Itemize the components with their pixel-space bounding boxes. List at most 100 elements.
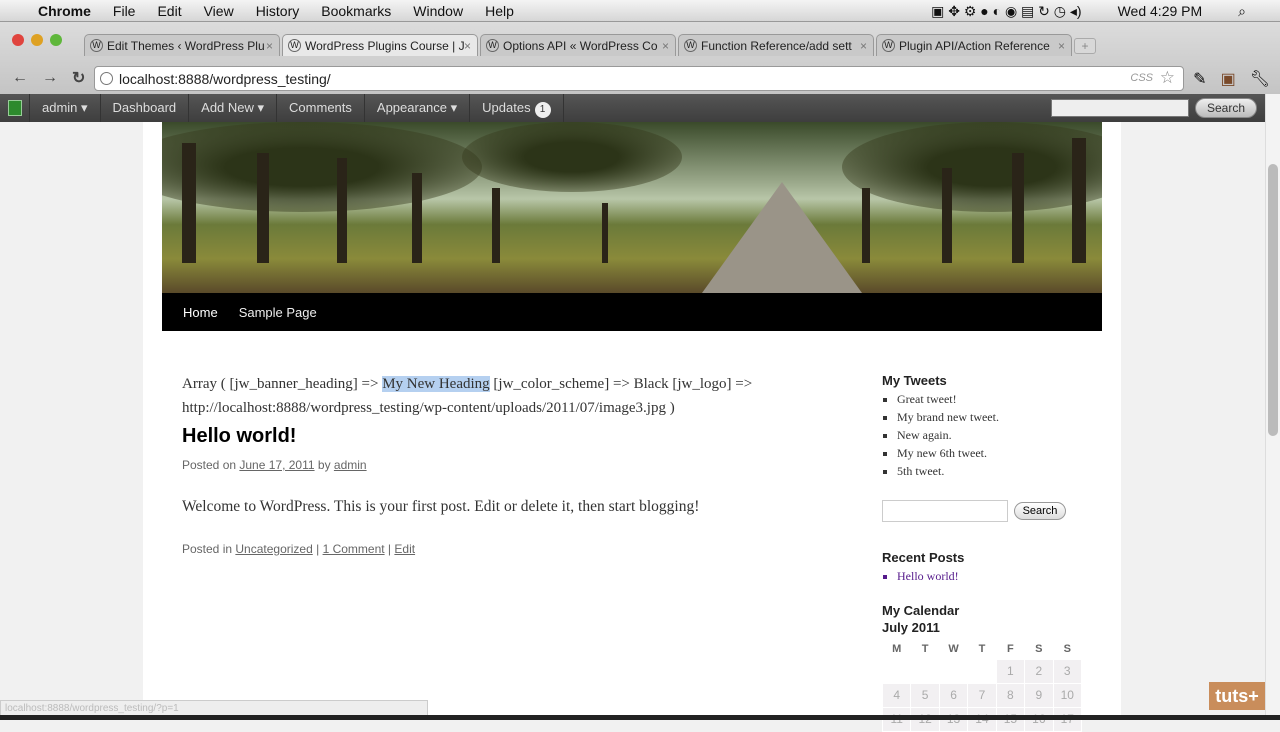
address-bar[interactable]: localhost:8888/wordpress_testing/ CSS ☆ xyxy=(94,66,1184,91)
close-tab-icon[interactable]: × xyxy=(662,39,669,53)
calendar-day-header: T xyxy=(921,642,929,655)
site-nav: Home Sample Page xyxy=(162,293,1102,331)
zoom-window-icon[interactable] xyxy=(50,34,62,46)
tab-options-api[interactable]: W Options API « WordPress Co × xyxy=(480,34,676,56)
recent-post-link[interactable]: Hello world! xyxy=(897,567,1082,585)
menu-edit[interactable]: Edit xyxy=(157,3,181,19)
close-tab-icon[interactable]: × xyxy=(1058,39,1065,53)
options-dump: Array ( [jw_banner_heading] => My New He… xyxy=(182,372,802,420)
globe-icon xyxy=(100,72,113,85)
calendar-day: 6 xyxy=(938,682,969,708)
dashboard-link[interactable]: Dashboard xyxy=(101,94,190,122)
tab-label: Options API « WordPress Co xyxy=(503,39,658,53)
tweet-item: New again. xyxy=(897,426,1082,444)
status-bar: localhost:8888/wordpress_testing/?p=1 xyxy=(0,700,428,716)
tab-plugin-api[interactable]: W Plugin API/Action Reference × xyxy=(876,34,1072,56)
dump-text: Array ( [jw_banner_heading] => xyxy=(182,376,383,392)
calendar-day: 3 xyxy=(1052,658,1083,684)
add-new-menu[interactable]: Add New ▾ xyxy=(189,94,278,122)
selected-text: My New Heading xyxy=(382,376,490,392)
page: Home Sample Page Array ( [jw_banner_head… xyxy=(143,122,1121,732)
close-window-icon[interactable] xyxy=(12,34,24,46)
menu-file[interactable]: File xyxy=(113,3,136,19)
calendar-day-header: S xyxy=(1063,642,1071,655)
updates-label: Updates xyxy=(482,100,531,115)
tab-label: Plugin API/Action Reference xyxy=(899,39,1050,53)
author-link[interactable]: admin xyxy=(334,458,367,472)
tab-label: Function Reference/add sett xyxy=(701,39,852,53)
menu-app[interactable]: Chrome xyxy=(38,3,91,19)
menu-history[interactable]: History xyxy=(256,3,300,19)
tab-edit-themes[interactable]: W Edit Themes ‹ WordPress Plu × xyxy=(84,34,280,56)
calendar-day-header: F xyxy=(1007,642,1014,655)
close-tab-icon[interactable]: × xyxy=(266,39,273,53)
admin-search-button[interactable]: Search xyxy=(1195,98,1257,118)
calendar-day: 7 xyxy=(967,682,997,708)
meta-label: Posted on xyxy=(182,458,240,472)
updates-link[interactable]: Updates 1 xyxy=(470,94,564,122)
main-content: Array ( [jw_banner_heading] => My New He… xyxy=(182,372,802,561)
new-tab-button[interactable]: + xyxy=(1074,38,1096,54)
post-title[interactable]: Hello world! xyxy=(182,423,802,449)
close-tab-icon[interactable]: × xyxy=(464,39,471,53)
wordpress-icon: W xyxy=(90,39,103,52)
post-date-link[interactable]: June 17, 2011 xyxy=(239,458,314,472)
calendar-day: 10 xyxy=(1052,682,1083,708)
nav-home[interactable]: Home xyxy=(183,305,218,320)
calendar-day-header: T xyxy=(978,642,986,655)
header-banner-image xyxy=(162,122,1102,293)
browser-chrome: W Edit Themes ‹ WordPress Plu × W WordPress… xyxy=(0,22,1280,94)
calendar-day: 9 xyxy=(1024,682,1054,708)
url-text: localhost:8888/wordpress_testing/ xyxy=(119,71,331,87)
appearance-menu[interactable]: Appearance ▾ xyxy=(365,94,471,122)
menu-view[interactable]: View xyxy=(204,3,234,19)
calendar-day xyxy=(910,658,940,684)
tab-plugins-course[interactable]: W WordPress Plugins Course | J × xyxy=(282,34,478,56)
tab-label: WordPress Plugins Course | J xyxy=(305,39,465,53)
scrollbar[interactable] xyxy=(1265,94,1280,720)
tweet-item: 5th tweet. xyxy=(897,462,1082,480)
calendar-day-header: W xyxy=(948,642,959,655)
post-body: Welcome to WordPress. This is your first… xyxy=(182,498,700,515)
nav-sample-page[interactable]: Sample Page xyxy=(239,305,317,320)
comments-link[interactable]: 1 Comment xyxy=(323,542,385,556)
css-extension-icon[interactable]: CSS xyxy=(1130,72,1153,84)
extension-icon[interactable]: ▣ xyxy=(1221,69,1236,89)
bookmark-star-icon[interactable]: ☆ xyxy=(1160,68,1175,88)
tab-function-reference[interactable]: W Function Reference/add sett × xyxy=(678,34,874,56)
forward-icon[interactable]: → xyxy=(42,69,60,87)
sidebar: My Tweets Great tweet! My brand new twee… xyxy=(881,373,1083,732)
calendar-heading: My Calendar xyxy=(882,603,960,618)
calendar-day-header: S xyxy=(1035,642,1043,655)
wp-logo-icon[interactable] xyxy=(0,94,30,122)
calendar-month: July 2011 xyxy=(882,620,940,635)
calendar-day xyxy=(967,658,997,684)
extension-icon[interactable]: ✎ xyxy=(1193,69,1206,89)
tuts-watermark-logo: tuts+ xyxy=(1209,682,1265,710)
reload-icon[interactable]: ↻ xyxy=(72,68,90,88)
calendar-day: 5 xyxy=(910,682,940,708)
sidebar-search-input[interactable] xyxy=(882,500,1008,522)
calendar-day xyxy=(938,658,969,684)
admin-search-input[interactable] xyxy=(1051,99,1189,117)
comments-link[interactable]: Comments xyxy=(277,94,365,122)
calendar-day: 2 xyxy=(1024,658,1054,684)
status-icons[interactable]: ▣ ✥ ⚙ ● ◐ ◉ ▤ ↻ ◷ ◂) xyxy=(931,3,1082,20)
spotlight-icon[interactable]: ⌕ xyxy=(1238,3,1246,20)
post-footer: Posted in Uncategorized | 1 Comment | Ed… xyxy=(182,542,416,556)
menu-window[interactable]: Window xyxy=(413,3,463,19)
category-link[interactable]: Uncategorized xyxy=(235,542,312,556)
back-icon[interactable]: ← xyxy=(12,69,30,87)
clock[interactable]: Wed 4:29 PM xyxy=(1118,3,1203,20)
edit-link[interactable]: Edit xyxy=(394,542,415,556)
minimize-window-icon[interactable] xyxy=(31,34,43,46)
admin-menu[interactable]: admin ▾ xyxy=(30,94,101,122)
wrench-icon[interactable]: 🔧︎ xyxy=(1250,69,1270,89)
scrollbar-thumb[interactable] xyxy=(1268,164,1278,436)
menu-help[interactable]: Help xyxy=(485,3,514,19)
bottom-edge xyxy=(0,715,1280,720)
menu-bookmarks[interactable]: Bookmarks xyxy=(321,3,391,19)
close-tab-icon[interactable]: × xyxy=(860,39,867,53)
sidebar-search-button[interactable]: Search xyxy=(1014,502,1066,520)
calendar-day-header: M xyxy=(892,642,902,655)
